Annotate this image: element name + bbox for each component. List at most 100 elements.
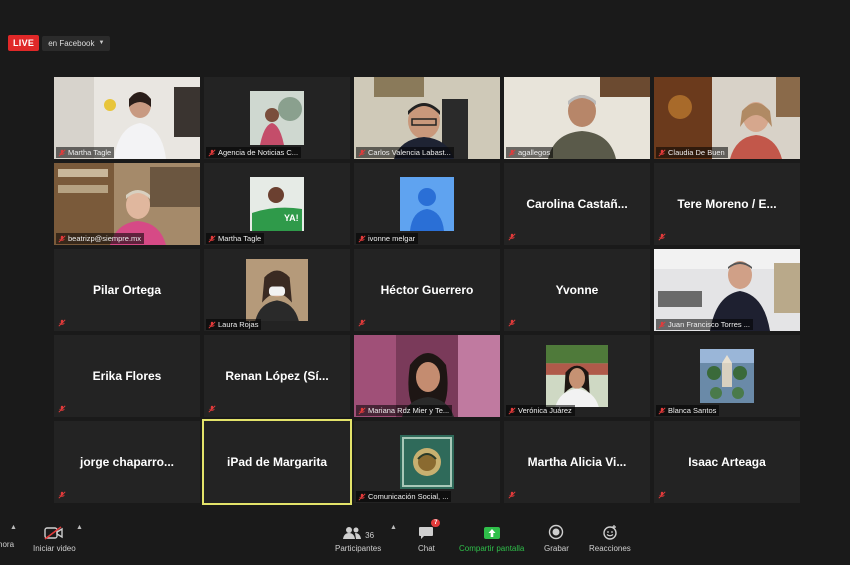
participant-name-label: Martha Tagle [206,233,265,244]
video-options-chevron-icon[interactable]: ▲ [76,524,83,531]
mic-muted-icon [58,491,66,499]
mic-muted-icon [208,148,216,157]
participant-tile[interactable]: Blanca Santos [654,335,800,417]
participants-icon [343,527,362,539]
mic-muted-icon [358,148,366,157]
participant-profile-image: YA! [250,177,304,231]
participant-profile-image [400,435,454,489]
mic-muted-icon [358,234,366,243]
participant-tile[interactable]: Renan López (Sí... [204,335,350,417]
participant-tile[interactable]: Comunicación Social, ... [354,421,500,503]
participant-name-label: Verónica Juárez [506,405,575,416]
participant-tile[interactable]: jorge chaparro... [54,421,200,503]
mic-muted-icon [358,319,366,327]
share-screen-button[interactable]: Compartir pantalla [459,522,524,553]
participants-button[interactable]: 36 Participantes [335,522,381,553]
mic-muted-icon [658,320,666,329]
participant-name-label: beatrizp@siempre.mx [56,233,145,244]
participant-display-name: Carolina Castañ... [526,197,628,211]
live-destination-label: en Facebook [48,38,95,48]
participant-display-name: Héctor Guerrero [380,283,474,297]
mic-muted-icon [58,319,66,327]
chat-unread-badge: 7 [431,519,441,527]
reactions-button[interactable]: Reacciones [589,522,631,553]
participant-display-name: Tere Moreno / E... [677,197,777,211]
chevron-down-icon: ▼ [98,40,105,46]
participant-display-name: Erika Flores [92,369,162,383]
participant-display-name: Renan López (Sí... [225,369,329,383]
top-bar [0,0,850,34]
mic-muted-icon [358,406,366,415]
participant-tile[interactable]: Verónica Juárez [504,335,650,417]
mute-button[interactable]: hora [0,540,14,549]
participants-options-chevron-icon[interactable]: ▲ [390,524,397,531]
mic-muted-icon [358,492,366,501]
participant-name-label: Martha Tagle [56,147,115,158]
participant-name-label: Carlos Valencia Labast... [356,147,454,158]
participant-tile[interactable]: Mariana Rdz Mier y Te... [354,335,500,417]
participant-name-label: Claudia De Buen [656,147,728,158]
participant-name-label: Juan Francisco Torres ... [656,319,753,330]
participant-tile[interactable]: Carlos Valencia Labast... [354,77,500,159]
participant-tile-active-speaker[interactable]: iPad de Margarita [202,419,352,505]
mic-muted-icon [658,491,666,499]
live-badge: LIVE [8,35,40,51]
participant-tile[interactable]: ivonne melgar [354,163,500,245]
mic-muted-icon [58,234,66,243]
participant-tile[interactable]: Tere Moreno / E... [654,163,800,245]
participant-tile[interactable]: Erika Flores [54,335,200,417]
mic-muted-icon [208,320,216,329]
participant-profile-image [250,91,304,145]
participant-tile[interactable]: Laura Rojas [204,249,350,331]
mic-muted-icon [508,406,516,415]
participant-tile[interactable]: Agencia de Noticias C... [204,77,350,159]
live-destination-dropdown[interactable]: en Facebook ▼ [42,35,111,51]
participant-name-label: Agencia de Noticias C... [206,147,302,158]
mic-muted-icon [508,491,516,499]
mic-muted-icon [658,406,666,415]
participant-tile[interactable]: Yvonne [504,249,650,331]
participant-tile[interactable]: Martha Alicia Vi... [504,421,650,503]
participant-display-name: iPad de Margarita [226,455,328,469]
mic-muted-icon [208,234,216,243]
share-screen-icon [483,522,501,540]
participant-tile[interactable]: Martha Tagle [54,77,200,159]
record-icon [548,522,564,540]
participant-name-label: ivonne melgar [356,233,419,244]
participant-display-name: Isaac Arteaga [688,455,766,469]
mic-muted-icon [658,148,666,157]
participant-tile[interactable]: Héctor Guerrero [354,249,500,331]
participant-tile[interactable]: YA! Martha Tagle [204,163,350,245]
mic-muted-icon [208,405,216,413]
participant-tile[interactable]: Claudia De Buen [654,77,800,159]
participant-display-name: Pilar Ortega [92,283,162,297]
participant-name-label: Laura Rojas [206,319,262,330]
meeting-toolbar: ▲ hora Iniciar video ▲ 36 Participantes … [0,514,850,565]
audio-options-chevron-icon[interactable]: ▲ [10,524,17,531]
participant-profile-image [700,349,754,403]
participant-tile[interactable]: Carolina Castañ... [504,163,650,245]
gallery-grid: Martha Tagle Agencia de Noticias C... Ca… [54,77,802,505]
svg-text:YA!: YA! [284,213,299,223]
participant-tile[interactable]: beatrizp@siempre.mx [54,163,200,245]
chat-button[interactable]: 7 Chat [418,519,441,553]
participant-tile[interactable]: Pilar Ortega [54,249,200,331]
participants-count: 36 [365,531,375,540]
participant-tile[interactable]: Isaac Arteaga [654,421,800,503]
participant-name-label: agallegos [506,147,554,158]
mic-muted-icon [58,405,66,413]
mic-muted-icon [658,233,666,241]
participant-name-label: Comunicación Social, ... [356,491,452,502]
video-off-icon [44,522,64,540]
live-stream-indicator[interactable]: LIVE en Facebook ▼ [0,34,111,52]
record-button[interactable]: Grabar [544,522,569,553]
participant-name-label: Blanca Santos [656,405,720,416]
participant-display-name: jorge chaparro... [79,455,175,469]
participant-tile[interactable]: Juan Francisco Torres ... [654,249,800,331]
participant-tile[interactable]: agallegos [504,77,650,159]
start-video-button[interactable]: Iniciar video [33,522,76,553]
reactions-icon [602,522,618,540]
participant-display-name: Yvonne [555,283,599,297]
chat-icon: 7 [418,519,441,540]
participant-name-label: Mariana Rdz Mier y Te... [356,405,453,416]
